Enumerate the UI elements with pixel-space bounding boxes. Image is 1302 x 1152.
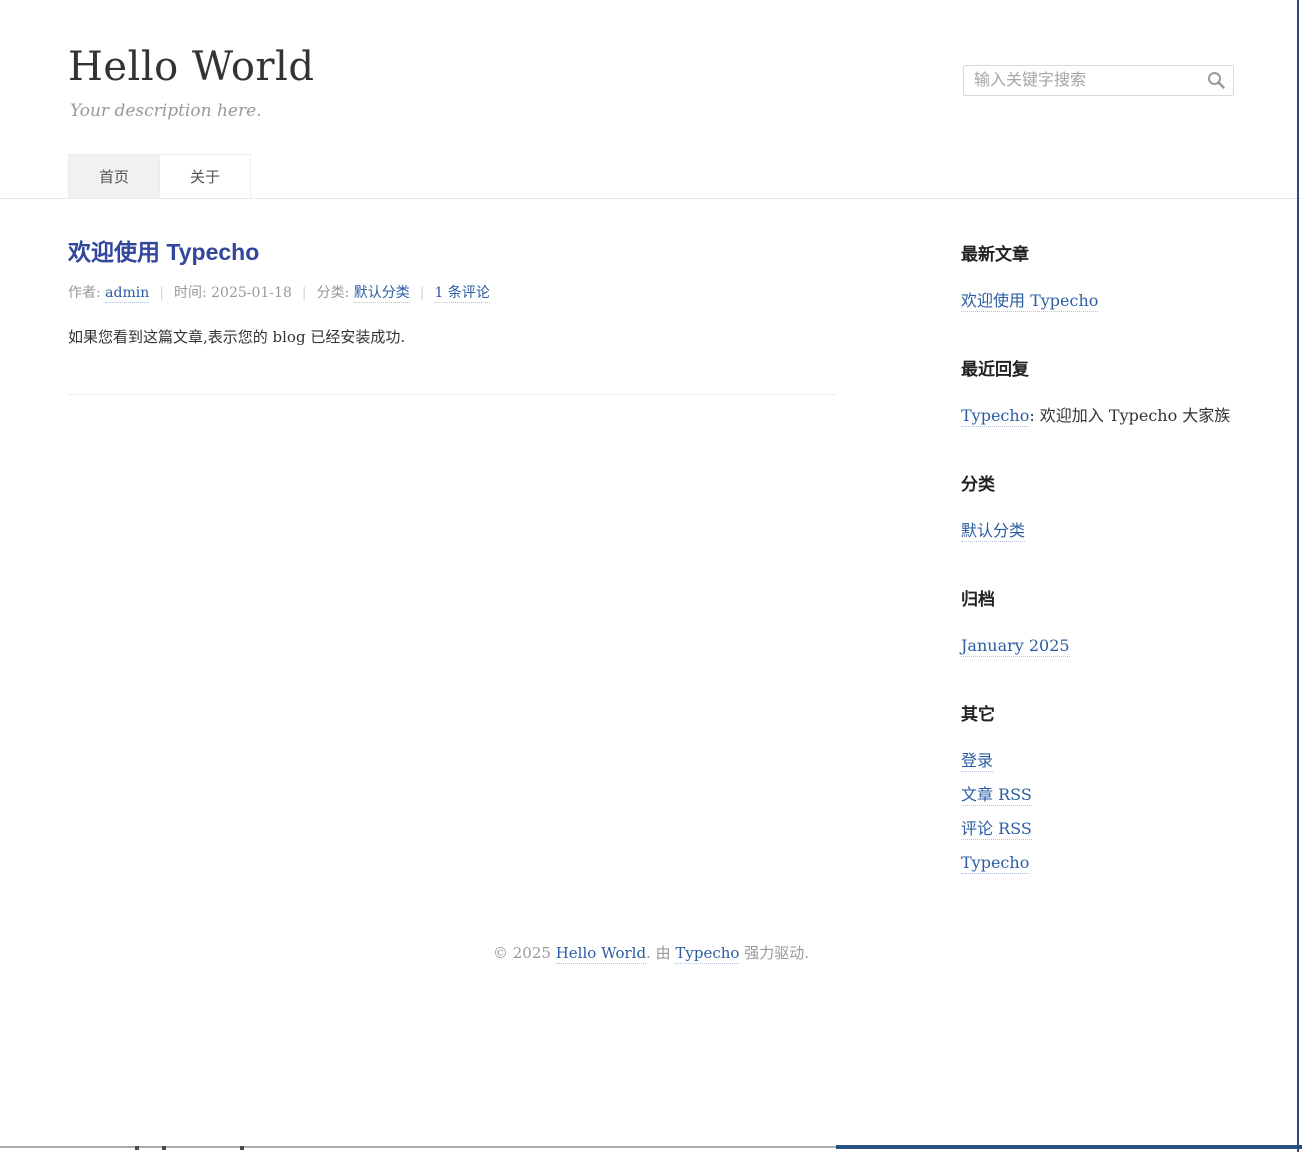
nav-item-about[interactable]: 关于 — [159, 154, 251, 198]
copyright-suffix: 强力驱动. — [739, 944, 809, 962]
footer-site-link[interactable]: Hello World — [556, 944, 646, 964]
widget-recent-comments: 最近回复 Typecho: 欢迎加入 Typecho 大家族 — [961, 355, 1234, 426]
meta-separator: | — [302, 285, 307, 301]
copyright: © 2025 Hello World. 由 Typecho 强力驱动. — [0, 943, 1302, 963]
main-content: 欢迎使用 Typecho 作者: admin | 时间: 2025-01-18 | 分类… — [68, 199, 836, 395]
copyright-prefix: © 2025 — [493, 944, 556, 962]
widget-title: 最近回复 — [961, 355, 1234, 380]
posts-rss-link[interactable]: 文章 RSS — [961, 785, 1032, 806]
post-title-link[interactable]: 欢迎使用 Typecho — [68, 239, 259, 265]
site-description: Your description here. — [70, 101, 314, 121]
post-title: 欢迎使用 Typecho — [68, 239, 836, 267]
taskbar-top-edge — [0, 1146, 836, 1148]
post-category-link[interactable]: 默认分类 — [354, 285, 410, 303]
site-header: Hello World Your description here. 首页 关于 — [0, 0, 1302, 199]
copyright-mid: . 由 — [646, 944, 675, 962]
widget-title: 其它 — [961, 700, 1234, 725]
post: 欢迎使用 Typecho 作者: admin | 时间: 2025-01-18 | 分类… — [68, 239, 836, 395]
list-item: Typecho: 欢迎加入 Typecho 大家族 — [961, 406, 1234, 426]
category-link[interactable]: 默认分类 — [961, 521, 1025, 542]
taskbar-icon-mark — [162, 1146, 166, 1150]
widget-title: 分类 — [961, 470, 1234, 495]
post-meta: 作者: admin | 时间: 2025-01-18 | 分类: 默认分类 | 1 条评论 — [68, 282, 836, 302]
list-item: 评论 RSS — [961, 819, 1234, 839]
typecho-link[interactable]: Typecho — [961, 853, 1029, 874]
widget-title: 归档 — [961, 585, 1234, 610]
list-item: 文章 RSS — [961, 785, 1234, 805]
post-body: 如果您看到这篇文章,表示您的 blog 已经安装成功. — [68, 326, 836, 349]
widget-recent-posts: 最新文章 欢迎使用 Typecho — [961, 240, 1234, 311]
list-item: 默认分类 — [961, 521, 1234, 541]
search-icon[interactable] — [1206, 70, 1226, 90]
widget-categories: 分类 默认分类 — [961, 470, 1234, 541]
post-date: 时间: 2025-01-18 — [174, 285, 292, 301]
site-footer: © 2025 Hello World. 由 Typecho 强力驱动. — [0, 943, 1302, 963]
login-link[interactable]: 登录 — [961, 751, 993, 772]
search-input[interactable] — [963, 65, 1234, 96]
recent-comment-excerpt: : 欢迎加入 Typecho 大家族 — [1029, 406, 1230, 425]
widget-title: 最新文章 — [961, 240, 1234, 265]
post-category-label: 分类: — [317, 285, 354, 301]
post-comments-link[interactable]: 1 条评论 — [434, 285, 489, 303]
widget-archives: 归档 January 2025 — [961, 585, 1234, 656]
post-author-link[interactable]: admin — [105, 285, 149, 303]
site-nav: 首页 关于 — [68, 154, 1234, 198]
list-item: 登录 — [961, 751, 1234, 771]
recent-post-link[interactable]: 欢迎使用 Typecho — [961, 291, 1098, 312]
taskbar-icon-mark — [135, 1146, 139, 1150]
footer-engine-link[interactable]: Typecho — [675, 944, 739, 964]
post-author-label: 作者: — [68, 285, 105, 301]
sidebar: 最新文章 欢迎使用 Typecho 最近回复 Typecho: 欢迎加入 Typ… — [961, 199, 1234, 917]
list-item: 欢迎使用 Typecho — [961, 291, 1234, 311]
meta-separator: | — [420, 285, 425, 301]
site-title[interactable]: Hello World — [68, 45, 314, 89]
window-edge — [1297, 0, 1299, 1152]
taskbar-top-edge-blue — [836, 1145, 1302, 1149]
site-branding: Hello World Your description here. — [68, 45, 314, 121]
recent-comment-author-link[interactable]: Typecho — [961, 406, 1029, 427]
list-item: January 2025 — [961, 636, 1234, 656]
archive-link[interactable]: January 2025 — [961, 636, 1070, 657]
post-divider — [68, 394, 836, 395]
search-form — [963, 65, 1234, 96]
comments-rss-link[interactable]: 评论 RSS — [961, 819, 1032, 840]
nav-item-home[interactable]: 首页 — [68, 154, 160, 198]
meta-separator: | — [159, 285, 164, 301]
widget-misc: 其它 登录 文章 RSS 评论 RSS Typecho — [961, 700, 1234, 873]
list-item: Typecho — [961, 853, 1234, 873]
taskbar-icon-mark — [240, 1146, 244, 1150]
